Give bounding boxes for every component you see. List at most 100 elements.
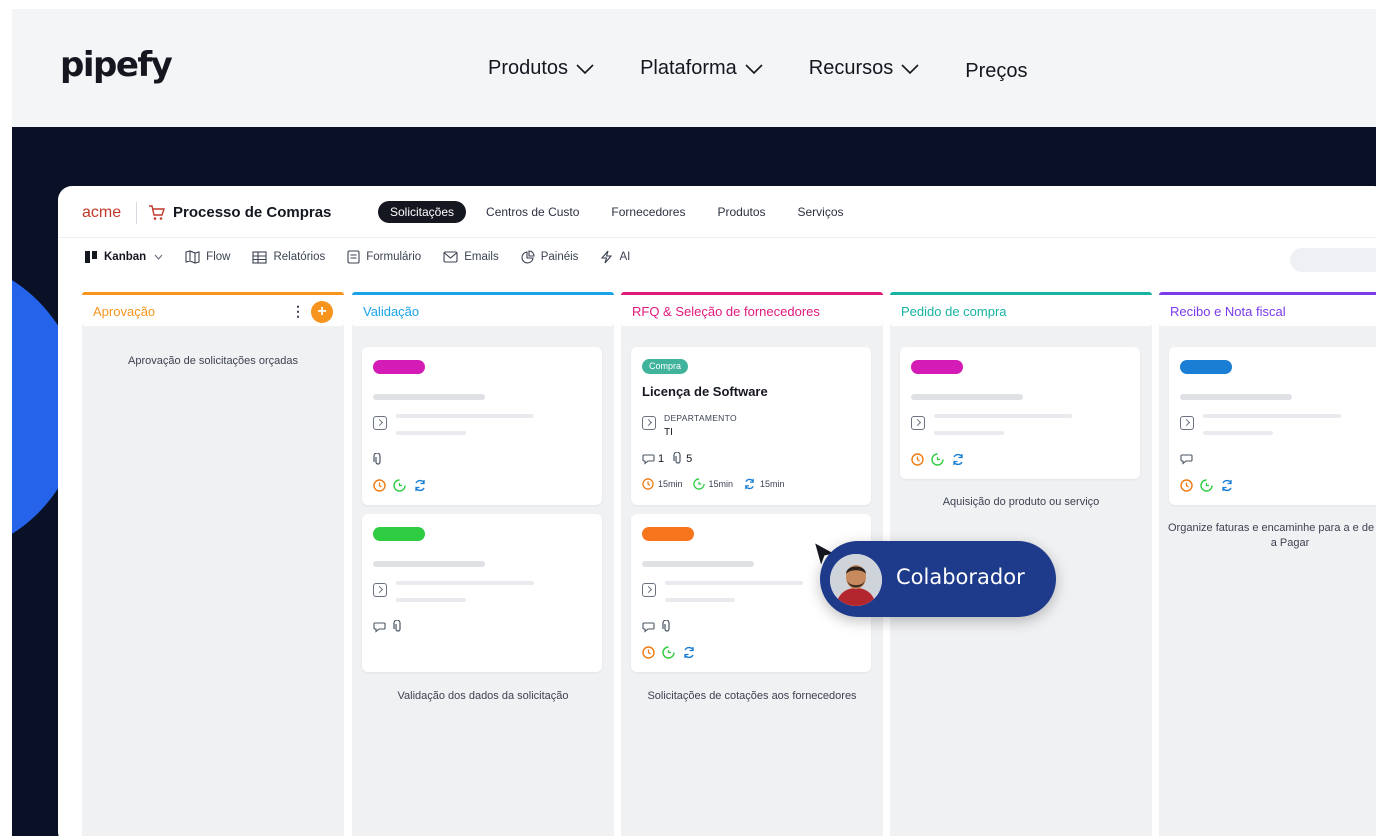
refresh-icon bbox=[1222, 479, 1232, 492]
tool-ai[interactable]: AI bbox=[600, 250, 630, 264]
app-topbar: acme Processo de Compras Solicitações Ce… bbox=[58, 186, 1376, 238]
column-description: Validação dos dados da solicitação bbox=[397, 690, 569, 702]
tool-emails[interactable]: Emails bbox=[443, 251, 499, 263]
card-timers bbox=[1180, 479, 1241, 492]
comment-icon bbox=[642, 621, 655, 633]
tool-kanban[interactable]: Kanban bbox=[84, 250, 163, 264]
paperclip-icon bbox=[662, 620, 670, 632]
org-logo[interactable]: acme bbox=[82, 204, 121, 222]
process-tabs: Solicitações Centros de Custo Fornecedor… bbox=[378, 201, 864, 223]
nav-recursos[interactable]: Recursos bbox=[809, 57, 919, 80]
timer-value: 15min bbox=[658, 479, 683, 489]
placeholder-line bbox=[642, 561, 754, 567]
avatar-illustration bbox=[830, 554, 882, 606]
view-toolbar: Kanban Flow Relatórios Formulário Emails bbox=[58, 238, 1376, 280]
chevron-down-icon bbox=[901, 63, 919, 74]
tab-solicitacoes[interactable]: Solicitações bbox=[378, 201, 467, 223]
tool-flow-label: Flow bbox=[206, 251, 231, 263]
column-recibo-nota-fiscal: Recibo e Nota fiscal Organize faturas e … bbox=[1159, 292, 1376, 836]
tab-produtos[interactable]: Produtos bbox=[705, 201, 777, 223]
field-icon bbox=[1180, 416, 1194, 430]
nav-produtos[interactable]: Produtos bbox=[488, 57, 594, 80]
tool-flow[interactable]: Flow bbox=[185, 250, 230, 264]
field-label: DEPARTAMENTO bbox=[664, 413, 737, 423]
timer-icon bbox=[1200, 479, 1213, 492]
chevron-down-icon bbox=[576, 63, 594, 74]
clock-icon bbox=[1180, 479, 1193, 492]
collaborator-badge: Colaborador bbox=[820, 541, 1056, 617]
tool-relatorios[interactable]: Relatórios bbox=[252, 250, 325, 264]
comment-icon bbox=[642, 453, 655, 465]
column-header: Pedido de compra bbox=[890, 292, 1152, 326]
column-description: Aprovação de solicitações orçadas bbox=[128, 355, 298, 367]
process-title: Processo de Compras bbox=[173, 204, 332, 221]
column-validacao: Validação Validação dos dados da solicit… bbox=[352, 292, 614, 836]
tab-servicos[interactable]: Serviços bbox=[786, 201, 856, 223]
nav-produtos-label: Produtos bbox=[488, 57, 569, 79]
column-header: RFQ & Seleção de fornecedores bbox=[621, 292, 883, 326]
site-header: pipefy Produtos Plataforma Recursos Preç… bbox=[12, 9, 1376, 127]
clock-icon bbox=[373, 479, 386, 492]
column-title: Validação bbox=[363, 304, 420, 319]
card-label bbox=[373, 360, 425, 374]
column-description: Solicitações de cotações aos fornecedore… bbox=[647, 690, 857, 702]
placeholder-line bbox=[1203, 431, 1273, 435]
refresh-icon bbox=[684, 646, 694, 659]
timer-icon bbox=[931, 453, 944, 466]
card[interactable] bbox=[900, 347, 1140, 479]
field-icon bbox=[373, 583, 387, 597]
divider bbox=[136, 202, 137, 224]
tool-paineis[interactable]: Painéis bbox=[521, 250, 579, 264]
chevron-down-icon bbox=[154, 254, 163, 260]
nav-plataforma[interactable]: Plataforma bbox=[640, 57, 763, 80]
clock-icon bbox=[911, 453, 924, 466]
field-icon bbox=[911, 416, 925, 430]
nav-precos[interactable]: Preços bbox=[965, 60, 1027, 83]
collaborator-label: Colaborador bbox=[896, 565, 1025, 589]
add-card-button[interactable]: + bbox=[311, 301, 333, 323]
featured-card[interactable]: Compra Licença de Software DEPARTAMENTO … bbox=[631, 347, 871, 505]
column-description: Aquisição do produto ou serviço bbox=[942, 496, 1100, 508]
pipefy-logo[interactable]: pipefy bbox=[60, 45, 173, 85]
paperclip-icon bbox=[393, 620, 401, 632]
tab-centros-de-custo[interactable]: Centros de Custo bbox=[474, 201, 591, 223]
search-input[interactable] bbox=[1290, 248, 1376, 272]
field-icon bbox=[642, 416, 656, 430]
tool-formulario[interactable]: Formulário bbox=[347, 250, 421, 264]
tool-kanban-label: Kanban bbox=[104, 251, 147, 263]
column-title: Aprovação bbox=[93, 304, 156, 319]
comment-icon bbox=[373, 621, 386, 633]
mail-icon bbox=[443, 251, 458, 263]
timer-icon bbox=[393, 479, 406, 492]
nav-recursos-label: Recursos bbox=[808, 57, 894, 79]
card-timers bbox=[642, 646, 703, 659]
chevron-down-icon bbox=[745, 63, 763, 74]
column-header: Aprovação ⋮ + bbox=[82, 292, 344, 326]
column-title: RFQ & Seleção de fornecedores bbox=[632, 304, 820, 319]
form-icon bbox=[347, 250, 360, 264]
paperclip-icon bbox=[673, 452, 681, 464]
comment-count: 1 bbox=[658, 452, 665, 465]
more-vertical-icon[interactable]: ⋮ bbox=[291, 303, 305, 320]
card[interactable] bbox=[362, 347, 602, 505]
card[interactable] bbox=[362, 514, 602, 672]
card-meta bbox=[373, 453, 390, 466]
placeholder-line bbox=[911, 394, 1023, 400]
column-description: Organize faturas e encaminhe para a e de… bbox=[1168, 522, 1376, 549]
field-value: TI bbox=[664, 427, 673, 438]
card-timers bbox=[373, 479, 434, 492]
card-meta: 1 5 bbox=[642, 452, 701, 465]
placeholder-line bbox=[665, 598, 735, 602]
card-timers bbox=[911, 453, 972, 466]
card[interactable] bbox=[1169, 347, 1376, 505]
kanban-icon bbox=[85, 251, 97, 263]
timer-icon bbox=[662, 646, 675, 659]
tab-fornecedores[interactable]: Fornecedores bbox=[599, 201, 697, 223]
timer-icon bbox=[692, 478, 705, 490]
tool-ai-label: AI bbox=[619, 251, 631, 263]
column-header: Validação bbox=[352, 292, 614, 326]
avatar bbox=[830, 554, 882, 606]
card-label bbox=[373, 527, 425, 541]
placeholder-line bbox=[665, 581, 803, 585]
tool-paineis-label: Painéis bbox=[540, 251, 579, 263]
